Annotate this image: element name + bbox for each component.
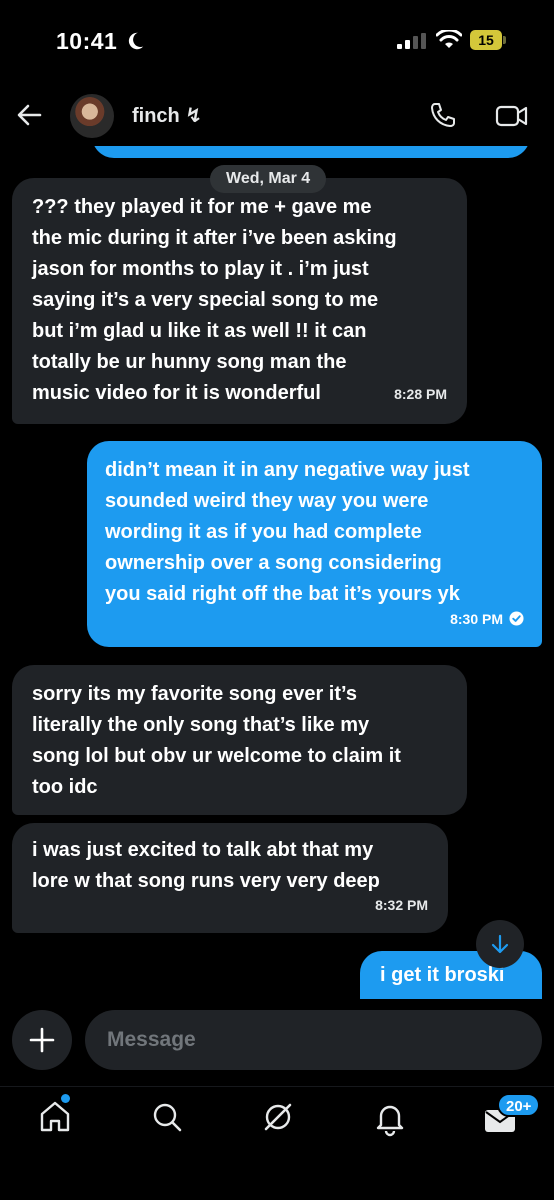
bottom-tab-bar: 20+: [0, 1086, 554, 1200]
message-bubble-incoming[interactable]: sorry its my favorite song ever it’s lit…: [12, 665, 467, 815]
scroll-to-bottom-button[interactable]: [476, 920, 524, 968]
battery-level: 15: [470, 30, 502, 50]
moon-icon: [128, 32, 144, 50]
battery-indicator: 15: [470, 30, 506, 50]
message-bubble-incoming[interactable]: ??? they played it for me + gave me the …: [12, 178, 467, 424]
message-text: i was just excited to talk abt that my l…: [32, 839, 380, 892]
message-timestamp: 8:32 PM: [375, 897, 428, 913]
status-time: 10:41: [56, 28, 118, 54]
read-check-icon: [509, 611, 524, 626]
phone-icon[interactable]: [428, 100, 458, 130]
message-composer: [0, 1006, 554, 1076]
status-bar: 10:41 15: [0, 0, 554, 86]
add-attachment-button[interactable]: [12, 1010, 72, 1070]
message-bubble-incoming[interactable]: i was just excited to talk abt that my l…: [12, 823, 448, 933]
back-arrow-icon[interactable]: [14, 100, 44, 130]
signal-icon: [397, 33, 426, 49]
message-timestamp: 8:30 PM: [450, 604, 524, 635]
message-text: ??? they played it for me + gave me the …: [32, 196, 397, 404]
message-text: didn’t mean it in any negative way just …: [105, 459, 470, 605]
date-divider: Wed, Mar 4: [210, 165, 327, 193]
chevron-down-icon: [491, 934, 509, 954]
messages-badge: 20+: [497, 1093, 541, 1117]
message-timestamp: 8:28 PM: [394, 386, 447, 402]
wifi-icon: [436, 30, 462, 48]
plus-icon: [29, 1027, 55, 1053]
avatar[interactable]: [70, 94, 114, 138]
bell-icon[interactable]: [370, 1097, 410, 1137]
grok-icon[interactable]: [258, 1097, 298, 1137]
message-text: sorry its my favorite song ever it’s lit…: [32, 683, 401, 798]
chat-header: finch ↯: [0, 86, 554, 146]
search-icon[interactable]: [147, 1097, 187, 1137]
message-input[interactable]: [85, 1010, 542, 1070]
message-bubble-outgoing[interactable]: didn’t mean it in any negative way just …: [87, 441, 542, 647]
contact-name[interactable]: finch ↯: [132, 103, 202, 128]
video-icon[interactable]: [495, 102, 529, 130]
notification-dot: [61, 1094, 70, 1103]
home-icon[interactable]: [35, 1097, 75, 1137]
